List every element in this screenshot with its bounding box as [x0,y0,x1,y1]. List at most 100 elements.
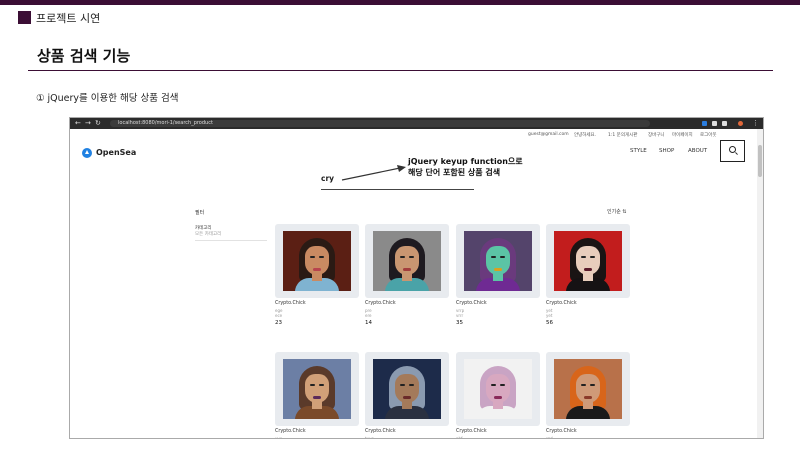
back-icon[interactable]: ← [75,119,81,128]
product-name[interactable]: Crypto.Chick [275,301,306,306]
product-image[interactable] [283,359,351,419]
product-name[interactable]: Crypto.Chick [365,429,396,434]
art-eye [491,256,496,258]
scrollbar-thumb[interactable] [758,145,762,177]
top-accent-bar [0,0,800,5]
product-card[interactable] [365,224,449,298]
art-face [305,246,329,275]
product-code: abf [456,436,463,439]
product-count: 14 [365,320,372,326]
filter-heading: 필터 [195,210,205,216]
art-eye [319,256,324,258]
product-sub: ere [365,313,372,318]
art-lip [403,268,411,271]
product-image[interactable] [373,359,441,419]
nav-about[interactable]: ABOUT [688,148,707,154]
art-face [305,374,329,403]
product-card[interactable] [546,352,630,426]
art-eye [310,256,315,258]
nav-style[interactable]: STYLE [630,148,647,154]
util-logout[interactable]: 로그아웃 [700,132,717,138]
art-lip [403,396,411,399]
product-count: 23 [275,320,282,326]
art-eye [581,256,586,258]
url-text: localhost:8080/mori-1/search_product [118,120,213,126]
util-cart[interactable]: 장바구니 [648,132,665,138]
search-icon [729,146,736,153]
util-email[interactable]: guest@gmail.com [528,132,569,137]
product-name[interactable]: Crypto.Chick [365,301,396,306]
browser-window: ← → ↻ localhost:8080/mori-1/search_produ… [69,117,764,439]
art-eye [590,384,595,386]
annotation-line-1: jQuery keyup function으로 [408,157,523,166]
forward-icon[interactable]: → [85,119,91,128]
product-name[interactable]: Crypto.Chick [456,301,487,306]
product-sub: ece [275,313,283,318]
product-name[interactable]: Crypto.Chick [546,429,577,434]
art-eye [581,384,586,386]
product-image[interactable] [554,231,622,291]
annotation-callout: jQuery keyup function으로 해당 단어 포함된 상품 검색 [408,156,523,178]
sort-dropdown[interactable]: 인기순 ⇅ [607,208,627,215]
search-input[interactable]: cry [321,174,334,183]
category-divider [195,240,267,241]
art-lip [584,268,592,271]
product-image[interactable] [373,231,441,291]
product-sub: vrrr [456,313,464,318]
search-button[interactable] [720,140,745,162]
profile-avatar[interactable] [738,121,743,126]
product-card[interactable] [275,224,359,298]
title-divider [28,70,773,71]
product-name[interactable]: Crypto.Chick [546,301,577,306]
product-card[interactable] [456,352,540,426]
product-card[interactable] [275,352,359,426]
product-image[interactable] [464,359,532,419]
art-eye [590,256,595,258]
browser-toolbar: ← → ↻ localhost:8080/mori-1/search_produ… [70,118,763,129]
reload-icon[interactable]: ↻ [95,119,101,128]
art-eye [409,384,414,386]
art-eye [500,256,505,258]
extension-icon[interactable] [702,121,707,126]
product-image[interactable] [283,231,351,291]
brand-name[interactable]: OpenSea [96,148,136,157]
product-image[interactable] [464,231,532,291]
art-face [486,374,510,403]
sidepanel-icon[interactable] [722,121,727,126]
art-eye [491,384,496,386]
nav-shop[interactable]: SHOP [659,148,674,154]
scrollbar[interactable] [757,129,763,438]
puzzle-icon[interactable] [712,121,717,126]
product-name[interactable]: Crypto.Chick [456,429,487,434]
art-lip [494,268,502,271]
art-eye [400,384,405,386]
util-greeting: 안녕하세요. [574,133,597,138]
art-face [576,246,600,275]
art-eye [500,384,505,386]
header-square-icon [18,11,31,24]
art-face [486,246,510,275]
product-card[interactable] [456,224,540,298]
product-card[interactable] [546,224,630,298]
product-code: tuve [365,436,374,439]
util-mypage[interactable]: 마이페이지 [672,132,693,138]
art-eye [319,384,324,386]
art-eye [310,384,315,386]
art-lip [584,396,592,399]
product-image[interactable] [554,359,622,419]
search-input-underline [321,189,474,190]
product-code: rgd [546,436,553,439]
product-sub: yet [546,313,553,318]
menu-icon[interactable]: ⋮ [752,119,759,128]
util-inquiry[interactable]: 1:1 문의게시판 [608,132,637,138]
product-name[interactable]: Crypto.Chick [275,429,306,434]
slide-subtitle: ① jQuery를 이용한 해당 상품 검색 [36,93,179,104]
art-lip [494,396,502,399]
section-label: 프로젝트 시연 [36,12,101,25]
annotation-line-2: 해당 단어 포함된 상품 검색 [408,168,501,177]
art-eye [409,256,414,258]
slide-title: 상품 검색 기능 [37,47,131,65]
category-option[interactable]: 모든 카테고리 [195,231,221,237]
product-count: 56 [546,320,553,326]
product-card[interactable] [365,352,449,426]
